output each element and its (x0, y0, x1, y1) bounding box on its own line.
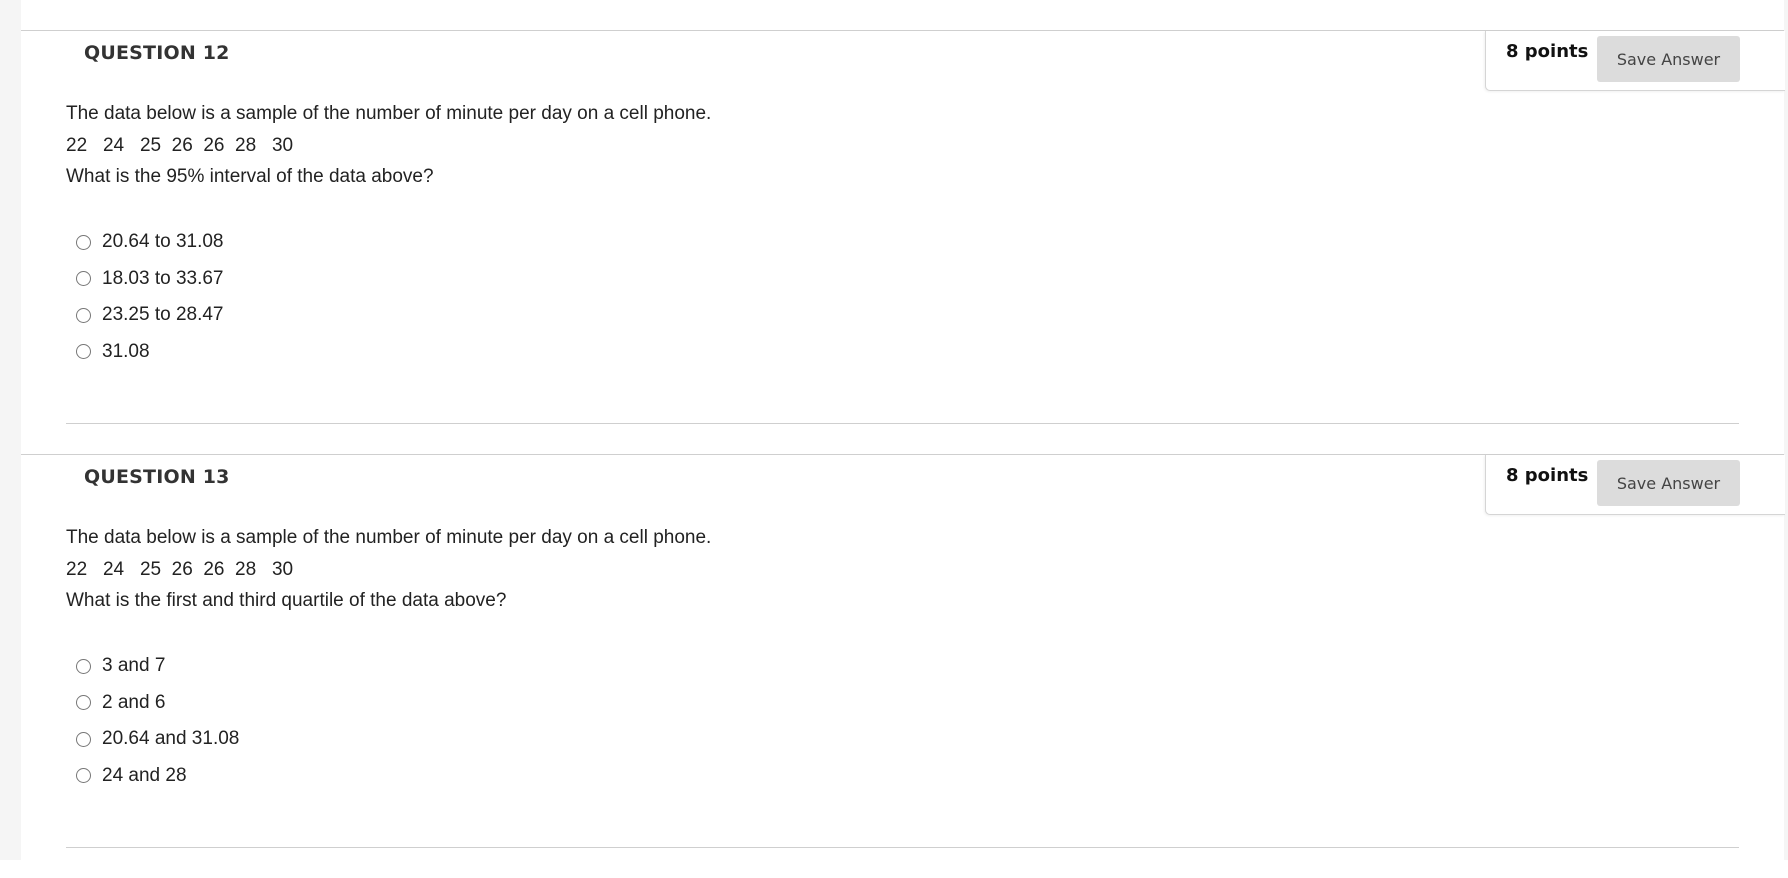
radio-button[interactable] (76, 731, 91, 747)
answer-option[interactable]: 23.25 to 28.47 (76, 297, 224, 334)
question-separator (66, 847, 1739, 848)
left-gutter (0, 0, 21, 860)
points-panel: 8 points Save Answer (1485, 455, 1785, 515)
option-label[interactable]: 3 and 7 (102, 655, 165, 677)
answer-option[interactable]: 20.64 to 31.08 (76, 224, 224, 261)
answer-option[interactable]: 24 and 28 (76, 758, 239, 795)
answer-option[interactable]: 31.08 (76, 334, 224, 371)
question-text: What is the first and third quartile of … (66, 590, 507, 611)
option-label[interactable]: 20.64 and 31.08 (102, 728, 239, 750)
question-title: QUESTION 12 (84, 42, 230, 64)
radio-button[interactable] (76, 658, 91, 674)
question-data: 22 24 25 26 26 28 30 (66, 558, 294, 580)
option-label[interactable]: 20.64 to 31.08 (102, 231, 224, 253)
points-panel: 8 points Save Answer (1485, 31, 1785, 91)
question-prompt: The data below is a sample of the number… (66, 103, 712, 124)
question-separator (66, 423, 1739, 424)
question-12: QUESTION 12 8 points Save Answer The dat… (21, 30, 1785, 454)
answer-option[interactable]: 2 and 6 (76, 685, 239, 722)
save-answer-button[interactable]: Save Answer (1597, 460, 1740, 506)
radio-button[interactable] (76, 307, 91, 323)
option-label[interactable]: 2 and 6 (102, 692, 165, 714)
points-value: 8 points (1506, 465, 1589, 486)
radio-button[interactable] (76, 768, 91, 784)
question-body: The data below is a sample of the number… (66, 522, 711, 617)
answer-option[interactable]: 3 and 7 (76, 648, 239, 685)
question-prompt: The data below is a sample of the number… (66, 527, 712, 548)
answer-options: 3 and 7 2 and 6 20.64 and 31.08 24 and 2… (76, 648, 239, 794)
question-data: 22 24 25 26 26 28 30 (66, 134, 294, 156)
option-label[interactable]: 18.03 to 33.67 (102, 268, 224, 290)
answer-options: 20.64 to 31.08 18.03 to 33.67 23.25 to 2… (76, 224, 224, 370)
question-13: QUESTION 13 8 points Save Answer The dat… (21, 454, 1785, 878)
radio-button[interactable] (76, 695, 91, 711)
question-title: QUESTION 13 (84, 466, 230, 488)
question-body: The data below is a sample of the number… (66, 98, 711, 193)
scrollbar-track[interactable] (1784, 0, 1788, 860)
answer-option[interactable]: 20.64 and 31.08 (76, 721, 239, 758)
option-label[interactable]: 31.08 (102, 341, 150, 363)
radio-button[interactable] (76, 271, 91, 287)
points-value: 8 points (1506, 41, 1589, 62)
radio-button[interactable] (76, 234, 91, 250)
answer-option[interactable]: 18.03 to 33.67 (76, 261, 224, 298)
save-answer-button[interactable]: Save Answer (1597, 36, 1740, 82)
question-text: What is the 95% interval of the data abo… (66, 166, 434, 187)
radio-button[interactable] (76, 344, 91, 360)
option-label[interactable]: 24 and 28 (102, 765, 187, 787)
option-label[interactable]: 23.25 to 28.47 (102, 304, 224, 326)
